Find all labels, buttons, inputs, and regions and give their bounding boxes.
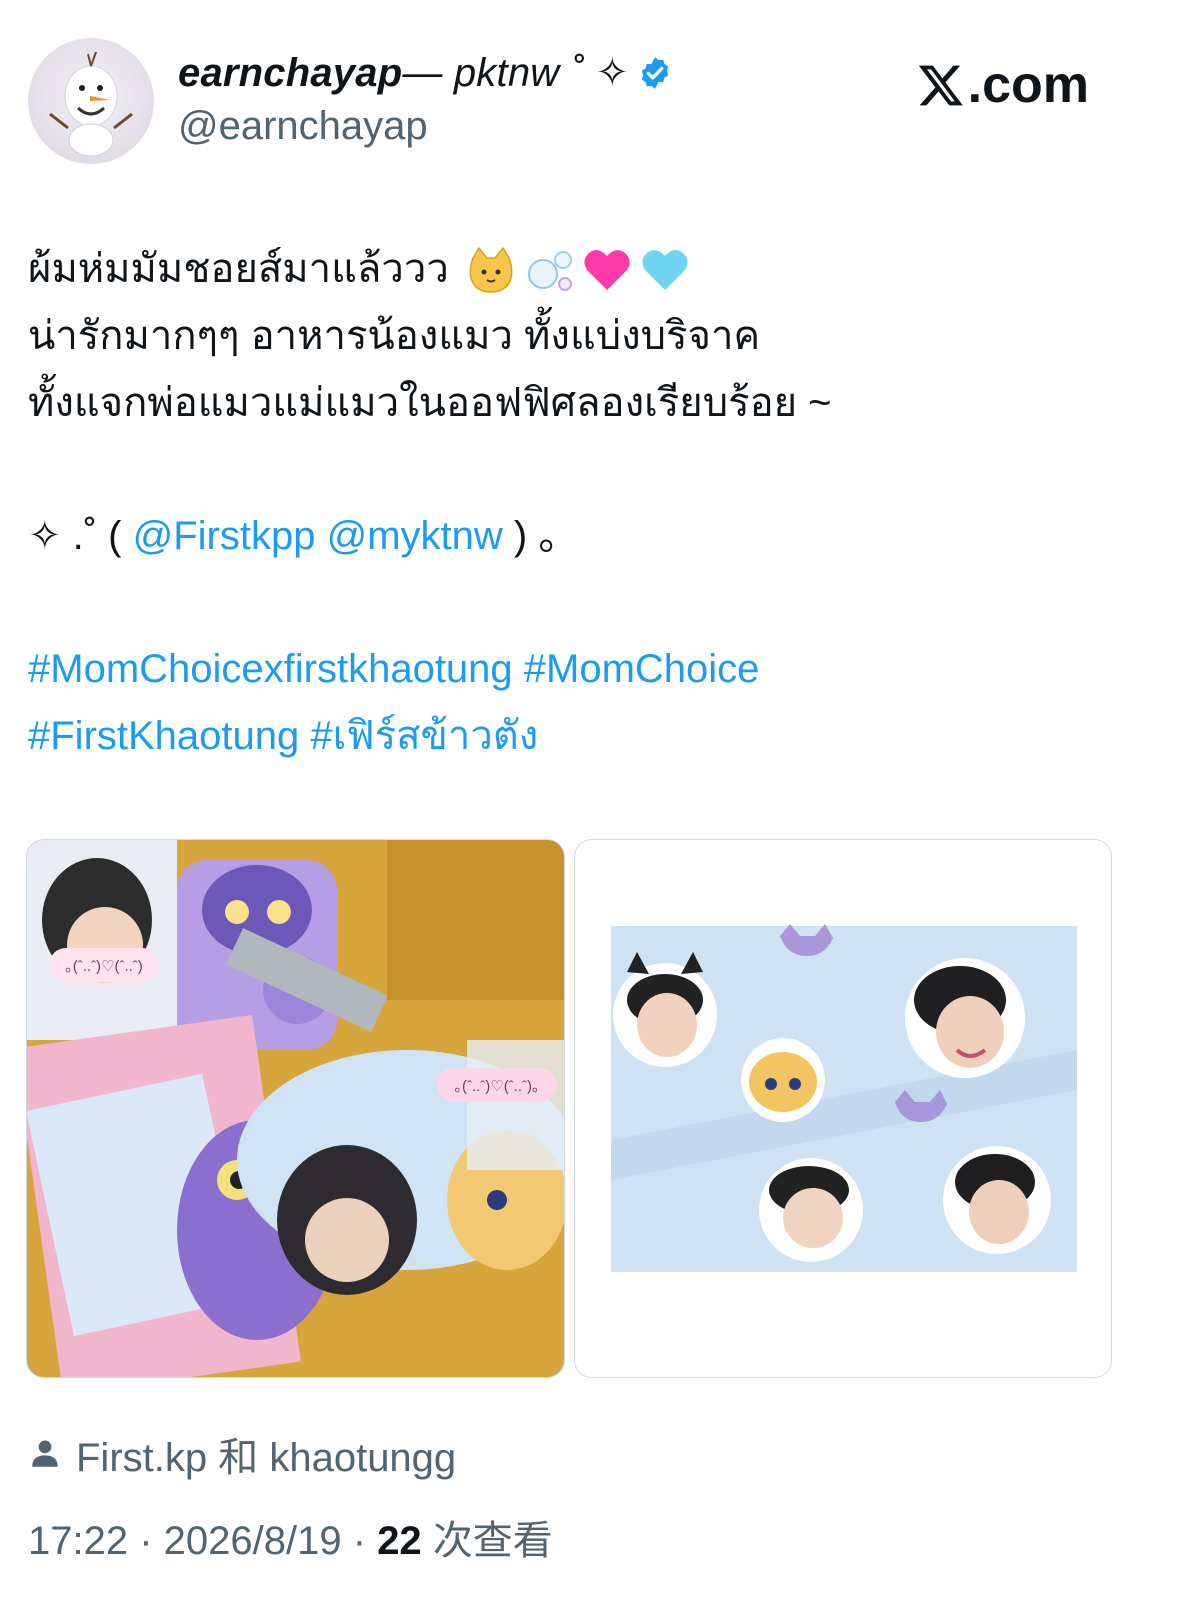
- views-label: 次查看: [432, 1519, 553, 1563]
- tweet-time[interactable]: 17:22: [28, 1519, 128, 1563]
- tweet-meta: 17:22 · 2026/8/19 · 22 次查看: [28, 1519, 553, 1563]
- tweet-line-1-text: ผ้มห่มมัมชอยส์มาแล้ววว: [28, 247, 449, 291]
- author-display-name[interactable]: earnchayap — pktnw ˚ ✧: [178, 50, 673, 96]
- pink-heart-emoji-icon: [584, 249, 630, 290]
- tweet-line-2: น่ารักมากๆๆ อาหารน้องแมว ทั้งแบ่งบริจาค: [28, 314, 761, 358]
- display-name-bold: earnchayap: [178, 50, 403, 95]
- verified-badge-icon: [642, 57, 669, 89]
- light-blue-heart-emoji-icon: [642, 249, 688, 290]
- hashtags-line-2[interactable]: #FirstKhaotung #เฟิร์สข้าวตัง: [28, 703, 1148, 770]
- bubbles-emoji-icon: [527, 250, 572, 291]
- photo-merch-box-image: [27, 840, 564, 1377]
- face-bottom-right: [943, 1146, 1051, 1254]
- tweet-photo-2[interactable]: [574, 839, 1112, 1378]
- hashtags-line-1[interactable]: #MomChoicexfirstkhaotung #MomChoice: [28, 636, 1148, 703]
- tweet-line-1: ผ้มห่มมัมชอยส์มาแล้ววว: [28, 236, 1148, 303]
- author-handle[interactable]: @earnchayap: [178, 104, 428, 149]
- tagged-users[interactable]: First.kp 和 khaotungg: [28, 1425, 456, 1483]
- tagged-users-label: First.kp 和 khaotungg: [76, 1436, 457, 1480]
- x-logo[interactable]: .com: [916, 55, 1089, 115]
- mention-myktnw-link[interactable]: @myktnw: [327, 503, 503, 570]
- x-icon: [918, 65, 963, 106]
- person-icon: [32, 1440, 58, 1467]
- cat-center: [741, 1038, 825, 1122]
- tweet-date[interactable]: 2026/8/19: [164, 1519, 342, 1563]
- mention-prefix: ✧ .˚ (: [28, 514, 133, 558]
- tweet-line-3: ทั้งแจกพ่อแมวแม่แมวในออฟฟิศลองเรียบร้อย …: [28, 381, 832, 425]
- face-bottom-left: [759, 1158, 863, 1262]
- site-label: .com: [967, 56, 1089, 114]
- display-name-rest: — pktnw ˚ ✧: [402, 51, 630, 95]
- photo1-sticker-2: ｡(ˆ..ˆ)♡(ˆ..ˆ)｡: [437, 1068, 557, 1102]
- mention-suffix: ) 。: [502, 514, 579, 558]
- tweet-text: ผ้มห่มมัมชอยส์มาแล้ววว น่ารักมากๆๆ อาหาร…: [28, 236, 1148, 770]
- author-avatar[interactable]: [28, 38, 154, 164]
- tweet-photo-1[interactable]: ｡(ˆ..ˆ)♡(ˆ..ˆ) ｡(ˆ..ˆ)♡(ˆ..ˆ)｡: [26, 839, 565, 1378]
- views-count: 22: [377, 1519, 422, 1563]
- photo-blanket-image: [575, 840, 1111, 1377]
- face-top-right: [905, 958, 1025, 1078]
- tweet-mentions-line: ✧ .˚ ( @Firstkpp @myktnw ) 。: [28, 503, 1148, 570]
- cat-face-emoji-icon: [469, 246, 513, 293]
- photo1-sticker-1: ｡(ˆ..ˆ)♡(ˆ..ˆ): [49, 948, 159, 982]
- mention-firstkpp-link[interactable]: @Firstkpp: [133, 503, 316, 570]
- face-top-left: [613, 952, 717, 1067]
- olaf-avatar-illustration: [49, 51, 133, 157]
